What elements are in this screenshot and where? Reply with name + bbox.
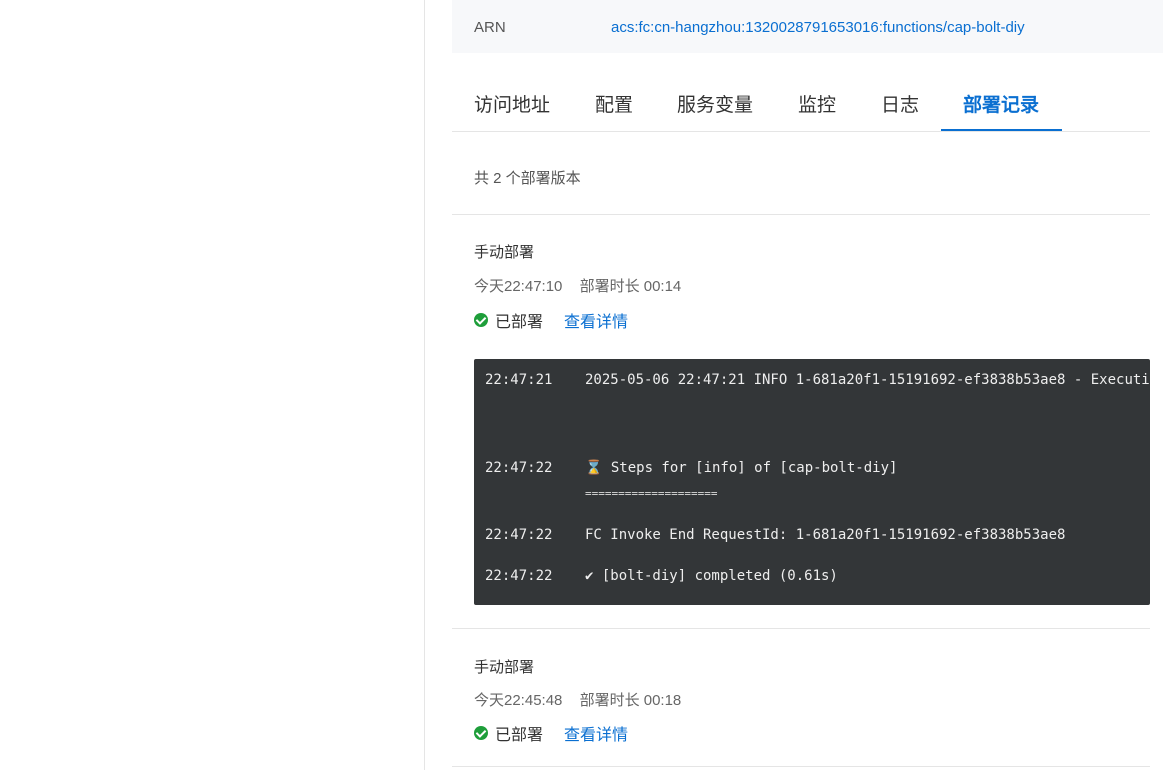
arn-value: acs:fc:cn-hangzhou:1320028791653016:func…	[611, 19, 1025, 36]
log-line: 22:47:22 ✔ [bolt-diy] completed (0.61s)	[485, 568, 838, 584]
record-1-status: 已部署	[495, 314, 544, 331]
log-time: 22:47:21	[485, 372, 553, 388]
record-1-status-row: 已部署 查看详情	[474, 308, 628, 332]
tab-access-url[interactable]: 访问地址	[474, 90, 550, 117]
record-1-duration: 部署时长 00:14	[579, 278, 682, 295]
tab-bar: 访问地址 配置 服务变量 监控 日志 部署记录	[452, 53, 1150, 132]
record-2-time: 今天22:45:48	[474, 692, 563, 709]
success-check-icon	[474, 313, 488, 327]
record-2-title: 手动部署	[474, 659, 535, 676]
tab-service-variables[interactable]: 服务变量	[677, 90, 753, 117]
tab-logs[interactable]: 日志	[881, 90, 919, 117]
tab-monitoring[interactable]: 监控	[798, 90, 836, 117]
divider	[452, 628, 1150, 629]
record-2-view-details-link[interactable]: 查看详情	[564, 721, 628, 745]
record-1-time: 今天22:47:10	[474, 278, 563, 295]
tab-deploy-records[interactable]: 部署记录	[963, 90, 1039, 117]
log-line: 22:47:22 ⌛ Steps for [info] of [cap-bolt-…	[485, 460, 897, 476]
log-text: ✔ [bolt-diy] completed (0.61s)	[585, 568, 838, 584]
arn-label: ARN	[474, 19, 506, 36]
record-2-status: 已部署	[495, 727, 544, 744]
tab-config[interactable]: 配置	[595, 90, 633, 117]
record-2-meta: 今天22:45:48 部署时长 00:18	[474, 689, 694, 710]
deploy-log-console[interactable]: 22:47:21 2025-05-06 22:47:21 INFO 1-681a2…	[474, 359, 1150, 605]
function-detail-panel: ARN acs:fc:cn-hangzhou:1320028791653016:…	[452, 0, 1163, 770]
left-blank-area	[0, 0, 425, 770]
log-time: 22:47:22	[485, 568, 553, 584]
log-text: ⌛ Steps for [info] of [cap-bolt-diy]	[585, 460, 898, 476]
record-2-status-row: 已部署 查看详情	[474, 721, 628, 745]
deploy-version-count: 共 2 个部署版本	[474, 170, 581, 187]
divider	[452, 214, 1150, 215]
log-line: 22:47:22 FC Invoke End RequestId: 1-681a2…	[485, 527, 1065, 543]
divider	[452, 766, 1150, 767]
log-line: 22:47:21 2025-05-06 22:47:21 INFO 1-681a2…	[485, 372, 1150, 388]
success-check-icon	[474, 726, 488, 740]
log-text: FC Invoke End RequestId: 1-681a20f1-1519…	[585, 527, 1066, 543]
record-1-meta: 今天22:47:10 部署时长 00:14	[474, 275, 694, 296]
record-1-view-details-link[interactable]: 查看详情	[564, 308, 628, 332]
log-text: 2025-05-06 22:47:21 INFO 1-681a20f1-1519…	[585, 372, 1150, 388]
log-separator: ====================	[585, 487, 718, 500]
record-2-duration: 部署时长 00:18	[579, 692, 682, 709]
log-time: 22:47:22	[485, 460, 553, 476]
log-time: 22:47:22	[485, 527, 553, 543]
active-tab-indicator	[941, 129, 1062, 131]
arn-row: ARN acs:fc:cn-hangzhou:1320028791653016:…	[452, 0, 1163, 53]
record-1-title: 手动部署	[474, 244, 535, 261]
